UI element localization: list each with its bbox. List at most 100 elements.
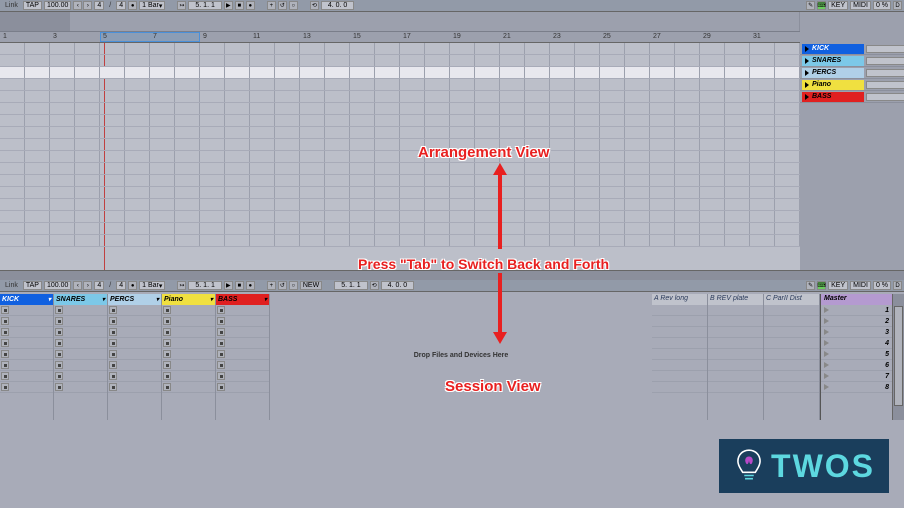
key-map-button[interactable]: KEY [828, 1, 848, 10]
track-name[interactable]: Piano [802, 80, 864, 90]
clip-slot[interactable] [0, 327, 53, 338]
clip-stop-button[interactable] [163, 317, 171, 325]
clip-stop-button[interactable] [163, 328, 171, 336]
clip-slot[interactable] [162, 360, 215, 371]
clip-slot[interactable] [0, 338, 53, 349]
track-row[interactable]: SNARES 3 S [800, 55, 904, 67]
follow-button-2[interactable]: ↣ [177, 281, 186, 290]
clip-stop-button[interactable] [1, 306, 9, 314]
tempo-nudge-down[interactable]: ‹ [73, 1, 82, 10]
clip-slot[interactable] [216, 371, 269, 382]
clip-slot[interactable] [0, 316, 53, 327]
tap-button[interactable]: TAP [23, 1, 42, 10]
drop-area[interactable]: Drop Files and Devices Here [270, 294, 652, 420]
clip-stop-button[interactable] [109, 306, 117, 314]
clip-slot[interactable] [216, 360, 269, 371]
scene-row[interactable]: 4 [821, 338, 892, 349]
scene-launch-button[interactable] [824, 318, 829, 324]
clip-slot[interactable] [216, 316, 269, 327]
scene-row[interactable]: 6 [821, 360, 892, 371]
clip-stop-button[interactable] [55, 317, 63, 325]
scene-launch-button[interactable] [824, 373, 829, 379]
clip-stop-button[interactable] [217, 361, 225, 369]
scene-launch-button[interactable] [824, 307, 829, 313]
clip-stop-button[interactable] [1, 372, 9, 380]
stop-button-2[interactable]: ■ [235, 281, 244, 290]
clip-slot[interactable] [216, 305, 269, 316]
arrangement-overview[interactable] [0, 12, 800, 32]
sig-numerator[interactable]: 4 [94, 1, 104, 10]
clip-stop-button[interactable] [217, 372, 225, 380]
scene-row[interactable]: 8 [821, 382, 892, 393]
scene-row[interactable]: 3 [821, 327, 892, 338]
clip-stop-button[interactable] [109, 317, 117, 325]
clip-stop-button[interactable] [1, 383, 9, 391]
clip-slot[interactable] [162, 382, 215, 393]
clip-stop-button[interactable] [109, 350, 117, 358]
tempo-nudge-down-2[interactable]: ‹ [73, 281, 82, 290]
scene-row[interactable]: 7 [821, 371, 892, 382]
metronome-button[interactable]: ● [128, 1, 137, 10]
clip-slot[interactable] [108, 305, 161, 316]
loop-button[interactable]: ⟲ [310, 1, 319, 10]
clip-stop-button[interactable] [55, 328, 63, 336]
tempo-nudge-up-2[interactable]: › [83, 281, 92, 290]
arrangement-grid[interactable] [0, 43, 800, 270]
clip-stop-button[interactable] [217, 317, 225, 325]
scene-launch-button[interactable] [824, 362, 829, 368]
track-volume[interactable] [866, 69, 904, 77]
clip-slot[interactable] [162, 338, 215, 349]
clip-slot[interactable] [108, 349, 161, 360]
master-header[interactable]: Master [821, 294, 892, 305]
session-track-header[interactable]: Piano▾ [162, 294, 215, 305]
clip-slot[interactable] [216, 327, 269, 338]
clip-stop-button[interactable] [1, 350, 9, 358]
clip-slot[interactable] [162, 327, 215, 338]
clip-slot[interactable] [108, 338, 161, 349]
clip-slot[interactable] [54, 349, 107, 360]
beat-ruler[interactable]: 135791113151719212325272931 [0, 32, 800, 43]
clip-slot[interactable] [54, 371, 107, 382]
clip-stop-button[interactable] [217, 383, 225, 391]
loop-button-2[interactable]: ⟲ [370, 281, 379, 290]
clip-stop-button[interactable] [109, 361, 117, 369]
clip-slot[interactable] [54, 338, 107, 349]
track-volume[interactable] [866, 93, 904, 101]
track-name[interactable]: KICK [802, 44, 864, 54]
clip-stop-button[interactable] [55, 339, 63, 347]
clip-stop-button[interactable] [109, 328, 117, 336]
follow-button[interactable]: ↣ [177, 1, 186, 10]
clip-slot[interactable] [108, 360, 161, 371]
track-row[interactable]: PERCS 4 S [800, 67, 904, 79]
clip-slot[interactable] [162, 371, 215, 382]
clip-slot[interactable] [54, 305, 107, 316]
clip-stop-button[interactable] [109, 372, 117, 380]
punch-in-position[interactable]: 5. 1. 1 [334, 281, 367, 290]
track-volume[interactable] [866, 81, 904, 89]
return-track-header[interactable]: A Rev long [652, 294, 707, 305]
new-button[interactable]: NEW [300, 281, 322, 290]
clip-slot[interactable] [54, 327, 107, 338]
play-button-2[interactable]: ▶ [224, 281, 233, 290]
clip-stop-button[interactable] [55, 306, 63, 314]
clip-slot[interactable] [162, 349, 215, 360]
scene-row[interactable]: 1 [821, 305, 892, 316]
play-button[interactable]: ▶ [224, 1, 233, 10]
track-name[interactable]: SNARES [802, 56, 864, 66]
track-name[interactable]: PERCS [802, 68, 864, 78]
clip-slot[interactable] [108, 371, 161, 382]
clip-stop-button[interactable] [55, 372, 63, 380]
clip-slot[interactable] [0, 305, 53, 316]
tempo-nudge-up[interactable]: › [83, 1, 92, 10]
clip-stop-button[interactable] [1, 317, 9, 325]
track-row[interactable]: BASS 7 S [800, 91, 904, 103]
track-row[interactable]: KICK 1 S [800, 43, 904, 55]
scene-launch-button[interactable] [824, 384, 829, 390]
session-track-header[interactable]: BASS▾ [216, 294, 269, 305]
computer-midi-keyboard[interactable]: ⌨ [817, 1, 826, 10]
loop-brace[interactable] [100, 32, 200, 42]
clip-slot[interactable] [54, 360, 107, 371]
clip-stop-button[interactable] [217, 328, 225, 336]
session-scrollbar-v[interactable] [892, 294, 904, 420]
clip-stop-button[interactable] [1, 328, 9, 336]
